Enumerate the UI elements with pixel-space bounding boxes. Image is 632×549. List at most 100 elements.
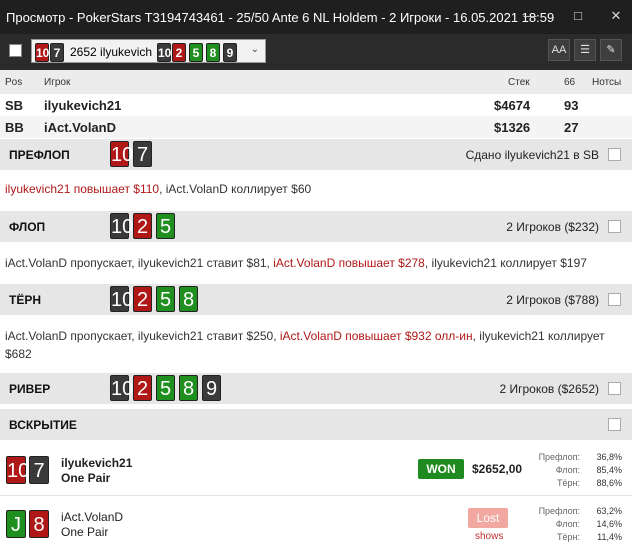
card-10: 10 [110, 375, 133, 401]
card-8: 8 [179, 375, 198, 401]
result-hand: One Pair [61, 525, 109, 539]
card-j: J [6, 510, 26, 538]
col-66: 66 [564, 77, 576, 88]
player-stack: $4674 [494, 98, 531, 113]
card-2: 2 [133, 375, 152, 401]
col-player: Игрок [44, 77, 71, 88]
street-actions: iAct.VolanD пропускает, ilyukevich21 ста… [5, 329, 605, 361]
card-8: 8 [179, 286, 198, 312]
card-2: 2 [133, 286, 152, 312]
card-5: 5 [189, 43, 203, 62]
card-5: 5 [156, 286, 175, 312]
hand-label: 2652 ilyukevich [70, 45, 153, 59]
player-score: 93 [564, 98, 579, 113]
card-10: 10 [110, 213, 133, 239]
equity-value: 63,2% [596, 506, 622, 516]
card-10: 10 [6, 456, 29, 484]
street-actions: ilyukevich21 повышает $110, iAct.VolanD … [5, 182, 312, 196]
toolbar: 10 7 2652 ilyukevich 10 2 5 8 9 ⌄ AA ☰ ✎ [0, 34, 632, 70]
close-button[interactable]: ✕ [604, 6, 628, 26]
card-9: 9 [202, 375, 221, 401]
window-title: Просмотр - PokerStars T3194743461 - 25/5… [6, 10, 555, 25]
equity-value: 14,6% [596, 519, 622, 529]
equity-label: Флоп: [555, 465, 580, 475]
street-info: 2 Игроков ($788) [506, 293, 599, 307]
card-5: 5 [156, 375, 175, 401]
equity-label: Префлоп: [538, 506, 580, 516]
street-checkbox[interactable] [608, 382, 621, 395]
card-5: 5 [156, 213, 175, 239]
card-2: 2 [172, 43, 186, 62]
player-row[interactable]: SB ilyukevich21 $4674 93 [0, 94, 632, 116]
hand-dropdown[interactable]: 10 7 2652 ilyukevich 10 2 5 8 9 ⌄ [31, 39, 266, 63]
list-icon: ☰ [580, 44, 590, 56]
equity-label: Префлоп: [538, 452, 580, 462]
edit-button[interactable]: ✎ [600, 39, 622, 61]
card-8: 8 [206, 43, 220, 62]
result-hand: One Pair [61, 471, 111, 485]
hand-history-panel: Pos Игрок Стек 66 Нотсы SB ilyukevich21 … [0, 70, 632, 549]
player-pos: BB [5, 120, 24, 135]
col-stack: Стек [508, 77, 530, 88]
list-view-button[interactable]: ☰ [574, 39, 596, 61]
player-pos: SB [5, 98, 24, 113]
equity-value: 85,4% [596, 465, 622, 475]
card-10: 10 [110, 141, 133, 167]
select-checkbox[interactable] [9, 44, 22, 57]
equity-label: Тёрн: [557, 478, 580, 488]
card-10: 10 [157, 43, 171, 62]
street-actions: iAct.VolanD пропускает, ilyukevich21 ста… [5, 256, 587, 270]
street-name: РИВЕР [9, 382, 51, 396]
chevron-down-icon: ⌄ [250, 44, 259, 55]
pencil-icon: ✎ [606, 44, 616, 56]
col-notes: Нотсы [592, 77, 622, 88]
columns-header: Pos Игрок Стек 66 Нотсы [0, 70, 632, 94]
street-name: ВСКРЫТИЕ [9, 418, 77, 432]
title-bar: Просмотр - PokerStars T3194743461 - 25/5… [0, 0, 632, 34]
maximize-button[interactable]: □ [566, 6, 590, 26]
card-10: 10 [110, 286, 133, 312]
street-info: 2 Игроков ($232) [506, 220, 599, 234]
street-flop: ФЛОП 10 2 5 2 Игроков ($232) [0, 211, 632, 242]
street-preflop: ПРЕФЛОП 10 7 Сдано ilyukevich21 в SB [0, 139, 632, 170]
street-name: ПРЕФЛОП [9, 148, 70, 162]
col-pos: Pos [5, 77, 23, 88]
result-player-name: iAct.VolanD [61, 510, 124, 524]
result-amount: $2652,00 [472, 462, 523, 476]
card-7: 7 [29, 456, 49, 484]
street-showdown: ВСКРЫТИЕ [0, 409, 632, 440]
player-name: ilyukevich21 [44, 98, 122, 113]
equity-label: Тёрн: [557, 532, 580, 542]
card-7: 7 [50, 43, 64, 62]
equity-value: 11,4% [597, 532, 622, 542]
player-row[interactable]: BB iAct.VolanD $1326 27 [0, 116, 632, 138]
street-checkbox[interactable] [608, 293, 621, 306]
player-name: iAct.VolanD [44, 120, 116, 135]
card-2: 2 [133, 213, 152, 239]
player-score: 27 [564, 120, 579, 135]
card-8: 8 [29, 510, 49, 538]
lost-badge: Lost [468, 508, 508, 528]
result-player-name: ilyukevich21 [61, 456, 133, 470]
equity-value: 36,8% [596, 452, 622, 462]
card-9: 9 [223, 43, 237, 62]
won-badge: WON [418, 459, 464, 479]
equity-value: 88,6% [596, 478, 622, 488]
street-turn: ТЁРН 10 2 5 8 2 Игроков ($788) [0, 284, 632, 315]
street-info: Сдано ilyukevich21 в SB [465, 148, 599, 162]
equity-label: Флоп: [555, 519, 580, 529]
street-checkbox[interactable] [608, 220, 621, 233]
player-stack: $1326 [494, 120, 531, 135]
street-info: 2 Игроков ($2652) [499, 382, 600, 396]
divider [0, 495, 632, 496]
street-name: ФЛОП [9, 220, 46, 234]
card-7: 7 [133, 141, 152, 167]
minimize-button[interactable]: — [518, 6, 542, 26]
shows-link[interactable]: shows [475, 531, 503, 542]
street-river: РИВЕР 10 2 5 8 9 2 Игроков ($2652) [0, 373, 632, 404]
card-10: 10 [35, 43, 49, 62]
street-name: ТЁРН [9, 293, 42, 307]
font-size-button[interactable]: AA [548, 39, 570, 61]
street-checkbox[interactable] [608, 418, 621, 431]
street-checkbox[interactable] [608, 148, 621, 161]
